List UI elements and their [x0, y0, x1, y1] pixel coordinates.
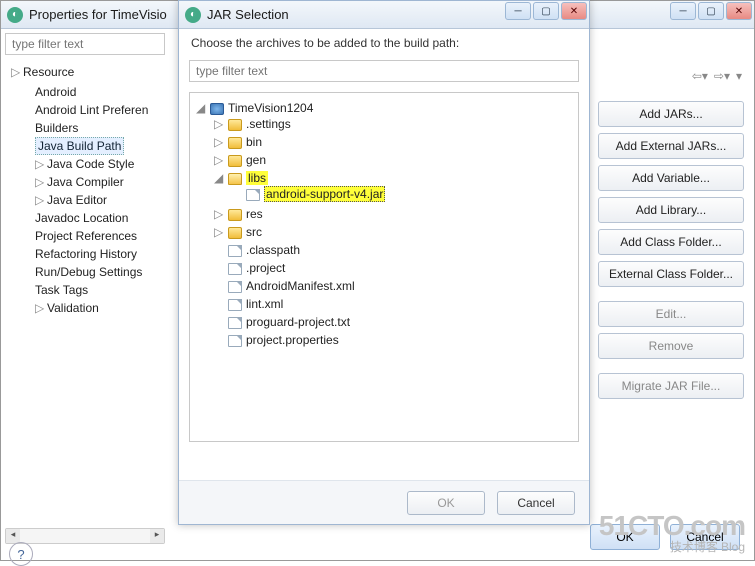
minimize-button[interactable]: ─ — [670, 2, 696, 20]
back-icon[interactable]: ⇦▾ — [692, 69, 708, 83]
chevron-down-icon: ◢ — [196, 101, 206, 115]
chevron-right-icon: ▷ — [11, 65, 21, 79]
forward-icon[interactable]: ⇨▾ — [714, 69, 730, 83]
props-title: Properties for TimeVisio — [29, 7, 167, 22]
file-icon — [228, 317, 242, 329]
jar-file-icon — [246, 189, 260, 201]
tree-item-javadoc[interactable]: Javadoc Location — [29, 209, 165, 227]
tree-item-tasktags[interactable]: Task Tags — [29, 281, 165, 299]
tree-item-validation[interactable]: ▷Validation — [29, 299, 165, 317]
chevron-right-icon: ▷ — [35, 193, 45, 207]
add-class-folder-button[interactable]: Add Class Folder... — [598, 229, 744, 255]
props-category-tree[interactable]: ▷Resource Android Android Lint Preferen … — [5, 63, 165, 319]
close-button[interactable]: ✕ — [726, 2, 752, 20]
maximize-button[interactable]: ▢ — [533, 2, 559, 20]
file-tree[interactable]: ◢TimeVision1204 ▷.settings ▷bin ▷gen ◢li… — [189, 92, 579, 442]
tree-item-rundebug[interactable]: Run/Debug Settings — [29, 263, 165, 281]
file-icon — [228, 245, 242, 257]
scroll-left-icon[interactable]: ◂ — [6, 529, 20, 543]
outer-window-buttons: ─ ▢ ✕ — [670, 2, 752, 20]
migrate-jar-button: Migrate JAR File... — [598, 373, 744, 399]
add-variable-button[interactable]: Add Variable... — [598, 165, 744, 191]
project-icon — [210, 103, 224, 115]
chevron-right-icon: ▷ — [214, 117, 224, 131]
tree-item-projectprops[interactable]: project.properties — [214, 331, 572, 349]
tree-item-settings[interactable]: ▷.settings — [214, 115, 572, 133]
folder-icon — [228, 137, 242, 149]
tree-item-project[interactable]: ◢TimeVision1204 ▷.settings ▷bin ▷gen ◢li… — [196, 99, 572, 351]
minimize-button[interactable]: ─ — [505, 2, 531, 20]
tree-item-classpath[interactable]: .classpath — [214, 241, 572, 259]
props-ok-button[interactable]: OK — [590, 524, 660, 550]
tree-item-res[interactable]: ▷res — [214, 205, 572, 223]
chevron-right-icon: ▷ — [35, 157, 45, 171]
tree-item-manifest[interactable]: AndroidManifest.xml — [214, 277, 572, 295]
props-filter-input[interactable] — [5, 33, 165, 55]
chevron-right-icon: ▷ — [214, 153, 224, 167]
tree-item-android[interactable]: Android — [29, 83, 165, 101]
folder-icon — [228, 227, 242, 239]
tree-item-lintxml[interactable]: lint.xml — [214, 295, 572, 313]
file-icon — [228, 263, 242, 275]
tree-item-lint[interactable]: Android Lint Preferen — [29, 101, 165, 119]
dialog-titlebar: ◐ JAR Selection ─ ▢ ✕ — [179, 1, 589, 29]
dialog-title: JAR Selection — [207, 7, 289, 22]
jar-selection-dialog: ◐ JAR Selection ─ ▢ ✕ Choose the archive… — [178, 0, 590, 525]
nav-icons: ⇦▾ ⇨▾ ▾ — [692, 69, 742, 83]
chevron-down-icon: ◢ — [214, 171, 224, 185]
chevron-right-icon: ▷ — [35, 301, 45, 315]
tree-item-support-jar[interactable]: android-support-v4.jar — [232, 185, 572, 203]
tree-item-src[interactable]: ▷src — [214, 223, 572, 241]
tree-item-buildpath[interactable]: Java Build Path — [29, 137, 165, 155]
add-library-button[interactable]: Add Library... — [598, 197, 744, 223]
eclipse-icon: ◐ — [7, 7, 23, 23]
folder-icon — [228, 209, 242, 221]
scroll-right-icon[interactable]: ▸ — [150, 529, 164, 543]
menu-icon[interactable]: ▾ — [736, 69, 742, 83]
folder-icon — [228, 155, 242, 167]
help-button[interactable]: ? — [9, 542, 33, 566]
dialog-instruction: Choose the archives to be added to the b… — [189, 30, 579, 60]
horizontal-scrollbar[interactable]: ◂ ▸ — [5, 528, 165, 544]
tree-item-resource[interactable]: ▷Resource — [5, 63, 165, 81]
tree-item-editor[interactable]: ▷Java Editor — [29, 191, 165, 209]
tree-item-bin[interactable]: ▷bin — [214, 133, 572, 151]
tree-item-gen[interactable]: ▷gen — [214, 151, 572, 169]
chevron-right-icon: ▷ — [214, 135, 224, 149]
maximize-button[interactable]: ▢ — [698, 2, 724, 20]
tree-item-proguard[interactable]: proguard-project.txt — [214, 313, 572, 331]
dialog-ok-button[interactable]: OK — [407, 491, 485, 515]
tree-item-projectfile[interactable]: .project — [214, 259, 572, 277]
tree-item-projectrefs[interactable]: Project References — [29, 227, 165, 245]
close-button[interactable]: ✕ — [561, 2, 587, 20]
dialog-cancel-button[interactable]: Cancel — [497, 491, 575, 515]
tree-item-builders[interactable]: Builders — [29, 119, 165, 137]
eclipse-icon: ◐ — [185, 7, 201, 23]
add-external-jars-button[interactable]: Add External JARs... — [598, 133, 744, 159]
chevron-right-icon: ▷ — [214, 207, 224, 221]
add-ext-class-folder-button[interactable]: External Class Folder... — [598, 261, 744, 287]
add-jars-button[interactable]: Add JARs... — [598, 101, 744, 127]
dialog-filter-input[interactable] — [189, 60, 579, 82]
edit-button: Edit... — [598, 301, 744, 327]
tree-item-libs[interactable]: ◢libs android-support-v4.jar — [214, 169, 572, 205]
dialog-footer: OK Cancel — [179, 480, 589, 524]
remove-button: Remove — [598, 333, 744, 359]
folder-open-icon — [228, 173, 242, 185]
chevron-right-icon: ▷ — [35, 175, 45, 189]
file-icon — [228, 299, 242, 311]
scroll-track[interactable] — [20, 529, 150, 543]
tree-item-refactor[interactable]: Refactoring History — [29, 245, 165, 263]
chevron-right-icon: ▷ — [214, 225, 224, 239]
props-cancel-button[interactable]: Cancel — [670, 524, 740, 550]
folder-icon — [228, 119, 242, 131]
tree-item-compiler[interactable]: ▷Java Compiler — [29, 173, 165, 191]
file-icon — [228, 335, 242, 347]
file-icon — [228, 281, 242, 293]
tree-item-codestyle[interactable]: ▷Java Code Style — [29, 155, 165, 173]
